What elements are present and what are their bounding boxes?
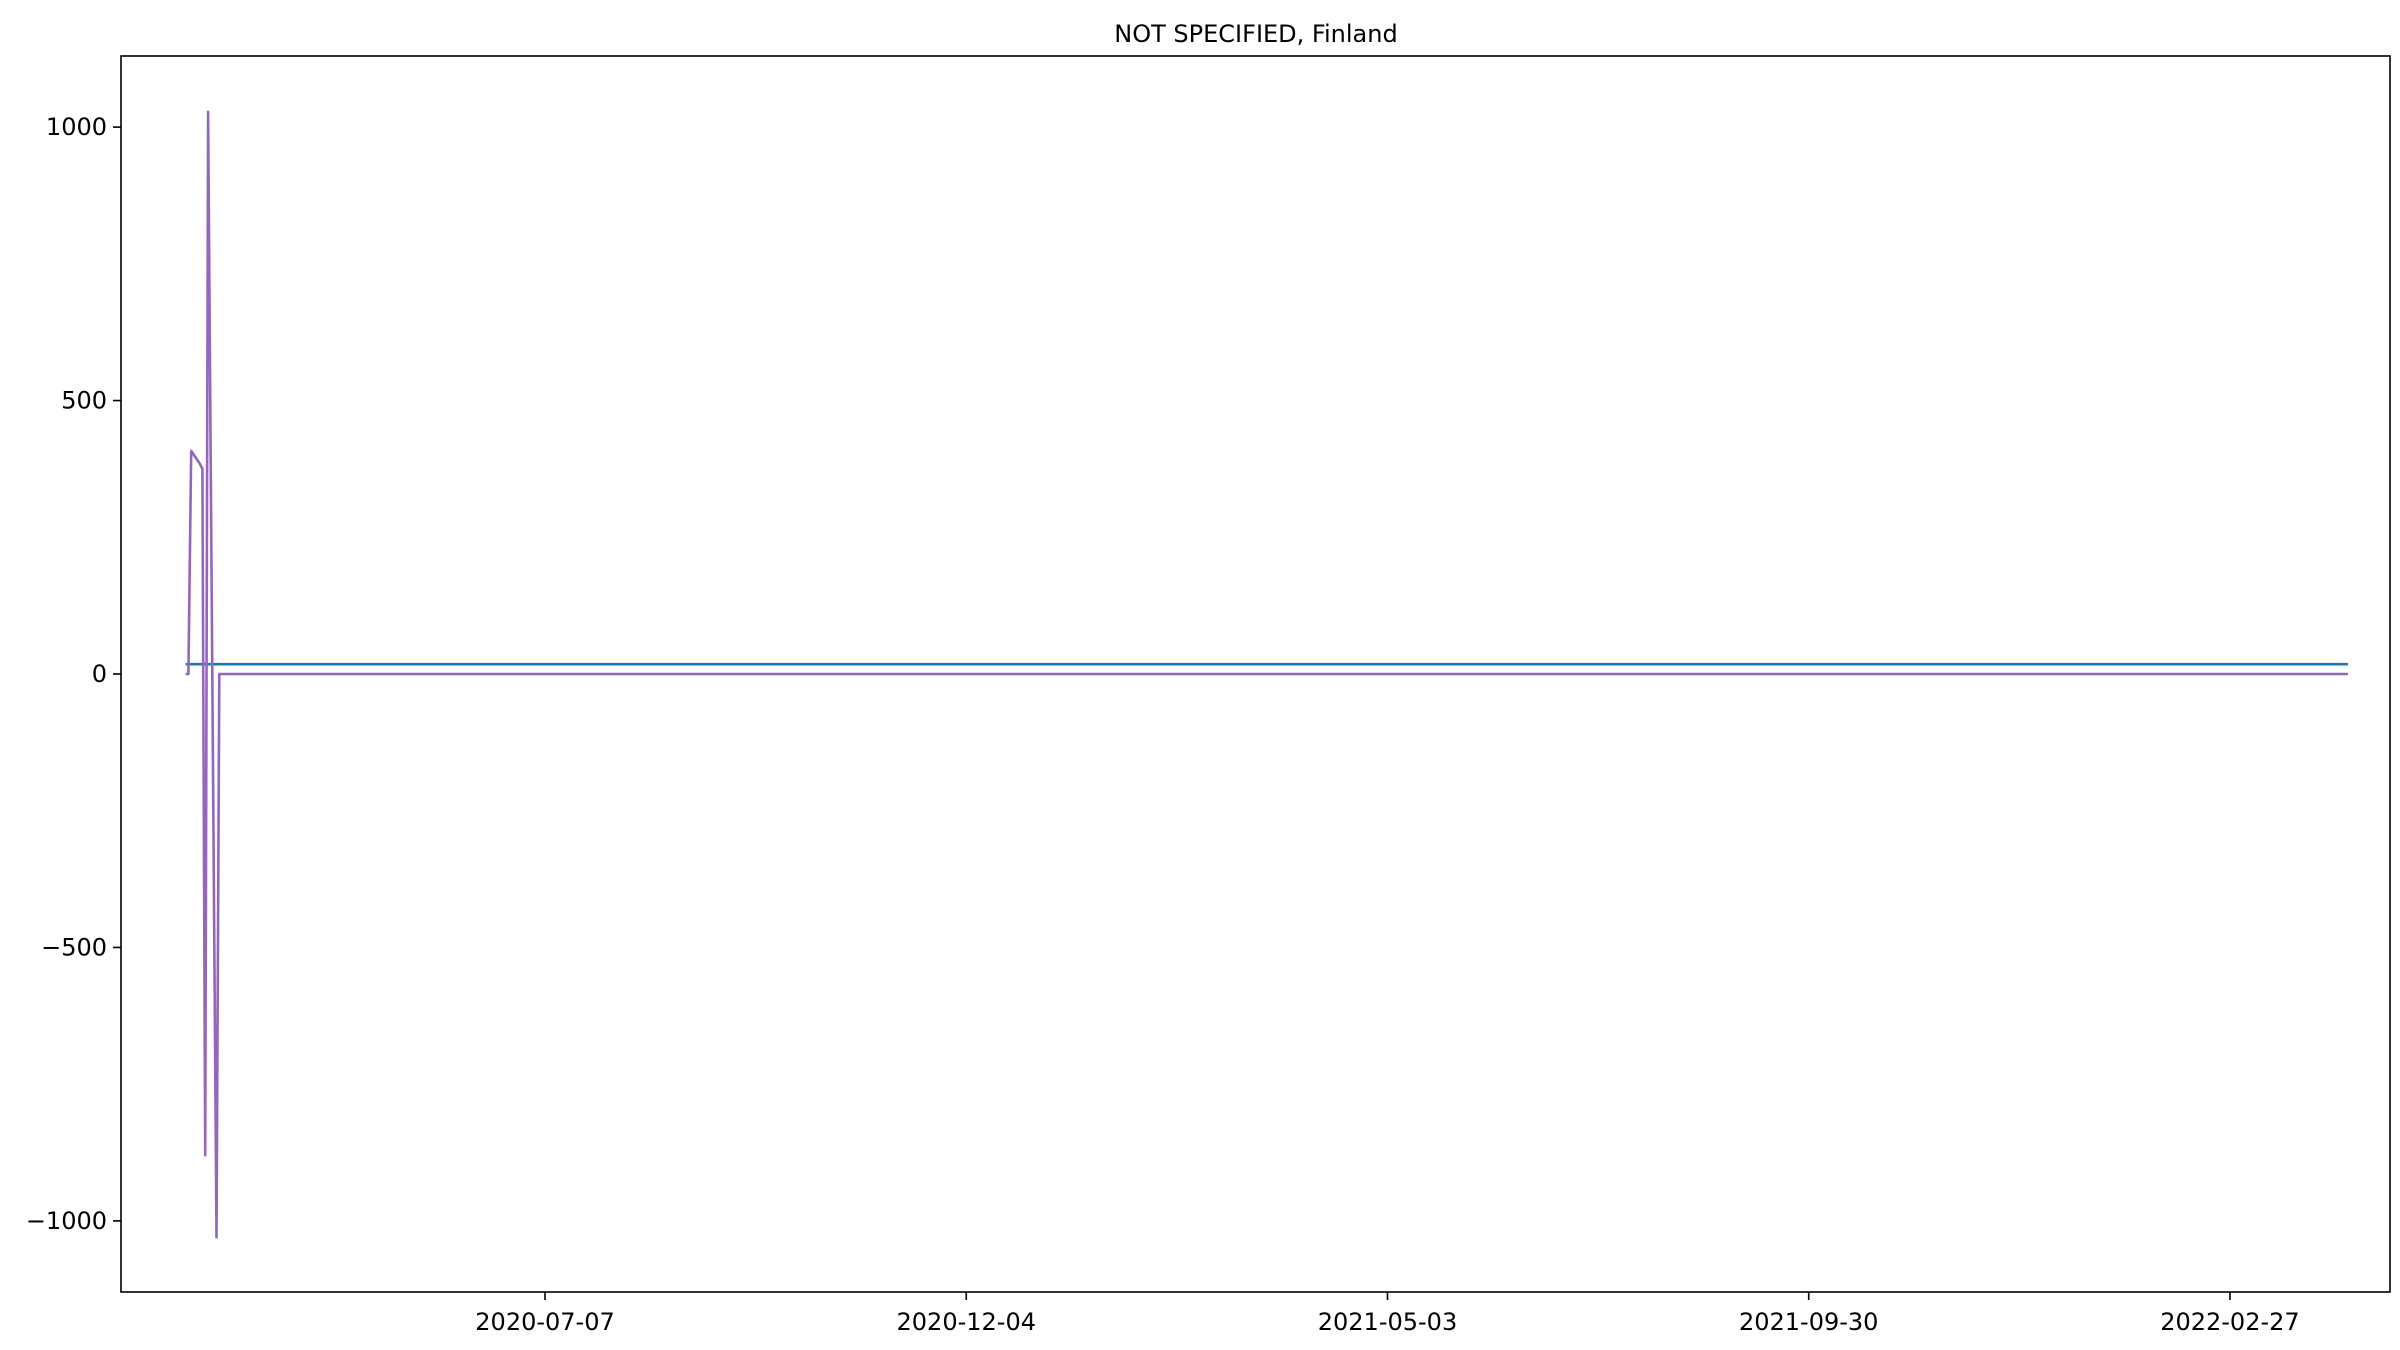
x-tick-label: 2020-12-04 <box>897 1308 1036 1336</box>
y-tick-label: −1000 <box>26 1207 107 1235</box>
y-tick-label: 500 <box>61 387 107 415</box>
y-tick-label: 1000 <box>46 113 107 141</box>
chart-title: NOT SPECIFIED, Finland <box>1114 20 1397 48</box>
x-tick-label: 2021-09-30 <box>1739 1308 1878 1336</box>
chart: NOT SPECIFIED, Finland 1000 500 0 −500 −1000… <box>0 0 2400 1350</box>
x-tick-label: 2022-02-27 <box>2160 1308 2299 1336</box>
x-tick-label: 2021-05-03 <box>1318 1308 1457 1336</box>
y-tick-label: −500 <box>41 933 107 961</box>
y-tick-label: 0 <box>92 660 107 688</box>
x-tick-label: 2020-07-07 <box>475 1308 614 1336</box>
